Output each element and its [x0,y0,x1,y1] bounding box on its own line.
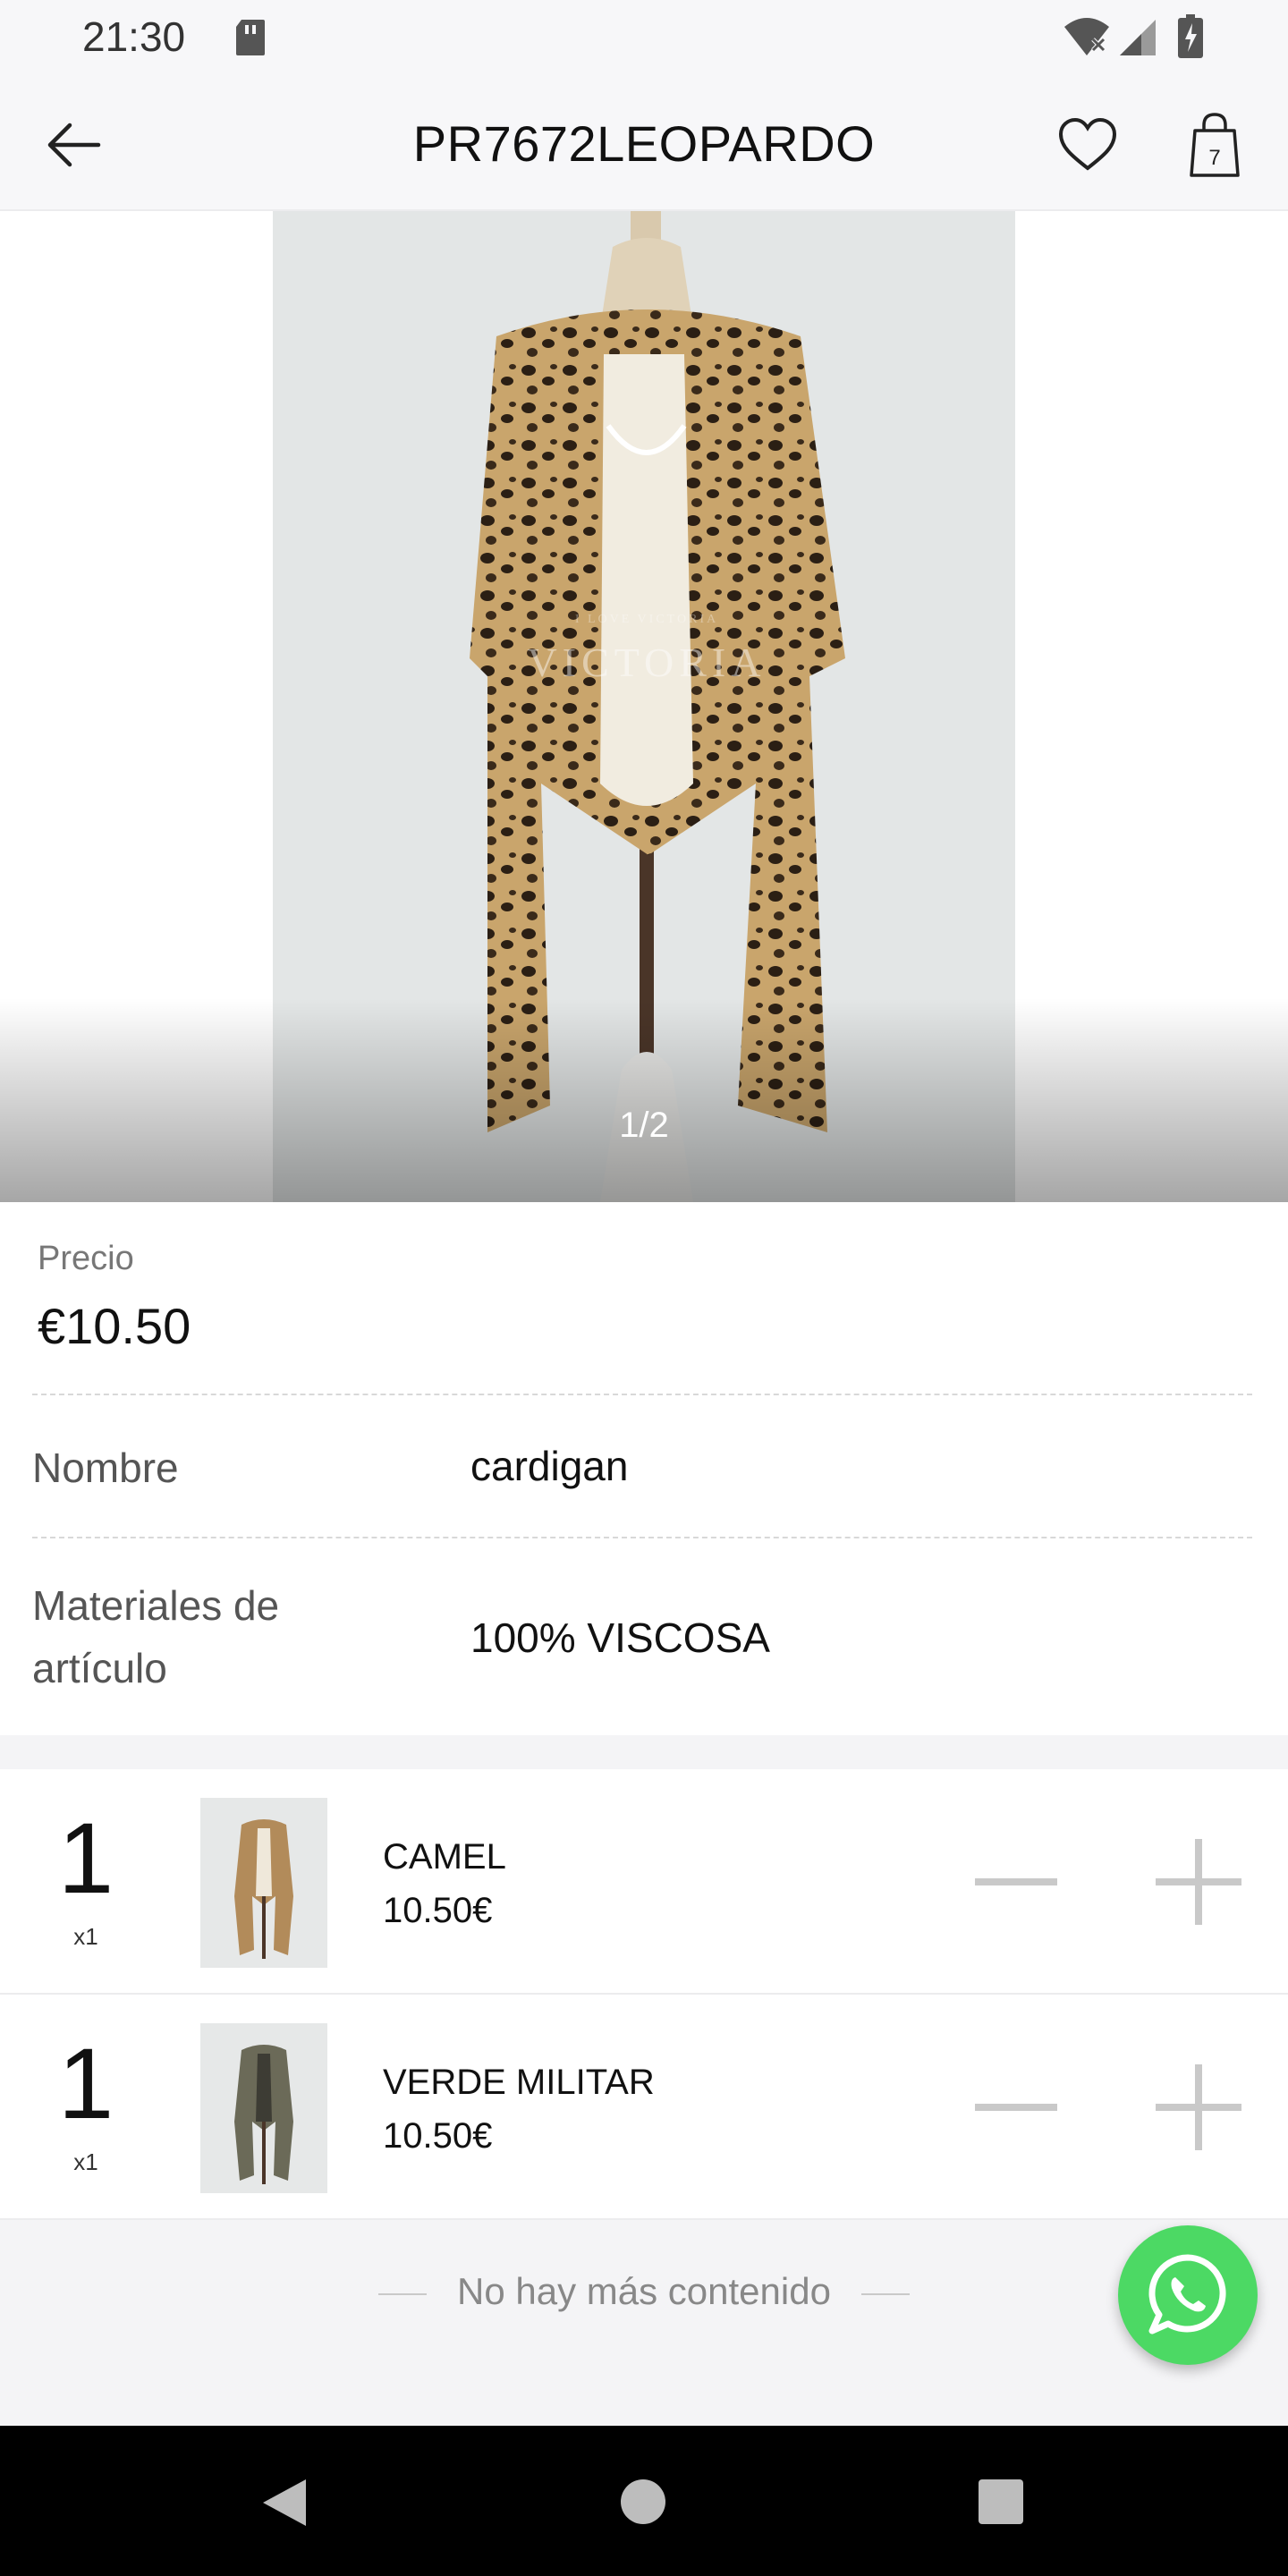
material-value: 100% VISCOSA [470,1614,770,1661]
variant-list: 1 x1 CAMEL 10.50€ 1 x1 VERDE MILITAR 10.… [0,1769,1288,2220]
heart-icon[interactable] [1055,113,1120,177]
cart-count: 7 [1208,146,1220,170]
product-image-carousel[interactable]: I LOVE VICTORIA VICTORIA 1/2 [0,211,1288,1202]
material-label-line1: Materiales de [32,1582,280,1629]
end-of-content-message: No hay más contenido [0,2270,1288,2313]
shopping-bag-icon[interactable]: 7 [1186,111,1243,179]
price-label: Precio [38,1240,134,1277]
battery-icon [1178,14,1203,58]
variant-row: 1 x1 VERDE MILITAR 10.50€ [0,1995,1288,2220]
divider [32,1537,1252,1538]
nav-home-icon[interactable] [621,2479,665,2524]
variant-name: VERDE MILITAR [383,2063,655,2102]
divider [32,1394,1252,1395]
system-navigation-bar [0,2426,1288,2576]
variant-price: 10.50€ [383,1891,493,1930]
status-time: 21:30 [82,13,186,60]
variant-price: 10.50€ [383,2116,493,2156]
variant-name: CAMEL [383,1837,506,1877]
increase-quantity-button[interactable] [1156,2064,1241,2150]
price-value: €10.50 [38,1298,191,1354]
wifi-icon [1064,18,1109,55]
variant-thumbnail[interactable] [200,2023,327,2193]
end-of-content-text: No hay más contenido [457,2270,831,2312]
status-bar: 21:30 [0,0,1288,80]
product-photo: I LOVE VICTORIA VICTORIA [273,211,1015,1202]
variant-quantity: 1 [57,2028,114,2140]
top-app-bar: PR7672LEOPARDO 7 [0,80,1288,211]
variant-quantity: 1 [57,1802,114,1914]
whatsapp-button[interactable] [1118,2225,1258,2365]
nav-recents-icon[interactable] [979,2479,1023,2524]
variant-multiplier: x1 [73,1923,98,1950]
variant-row: 1 x1 CAMEL 10.50€ [0,1769,1288,1995]
decrease-quantity-button[interactable] [975,1846,1057,1918]
product-details: Precio €10.50 Nombre cardigan Materiales… [0,1202,1288,1735]
watermark-small: I LOVE VICTORIA [575,613,718,626]
name-value: cardigan [470,1443,629,1489]
signal-icon [1120,20,1156,55]
nav-back-icon[interactable] [259,2476,309,2529]
whatsapp-icon [1148,2254,1226,2334]
increase-quantity-button[interactable] [1156,1839,1241,1925]
divider [378,2292,428,2295]
name-label: Nombre [32,1445,179,1491]
watermark-text: VICTORIA [528,640,767,685]
material-label-line2: artículo [32,1645,167,1691]
variant-thumbnail[interactable] [200,1798,327,1968]
image-counter: 1/2 [619,1106,669,1145]
divider [860,2292,910,2295]
decrease-quantity-button[interactable] [975,2072,1057,2143]
sd-card-icon [236,20,265,55]
app-screen: 21:30 PR7672LEOPARDO 7 I LOVE VICTORIA V… [0,0,1288,2576]
variant-multiplier: x1 [73,2148,98,2175]
